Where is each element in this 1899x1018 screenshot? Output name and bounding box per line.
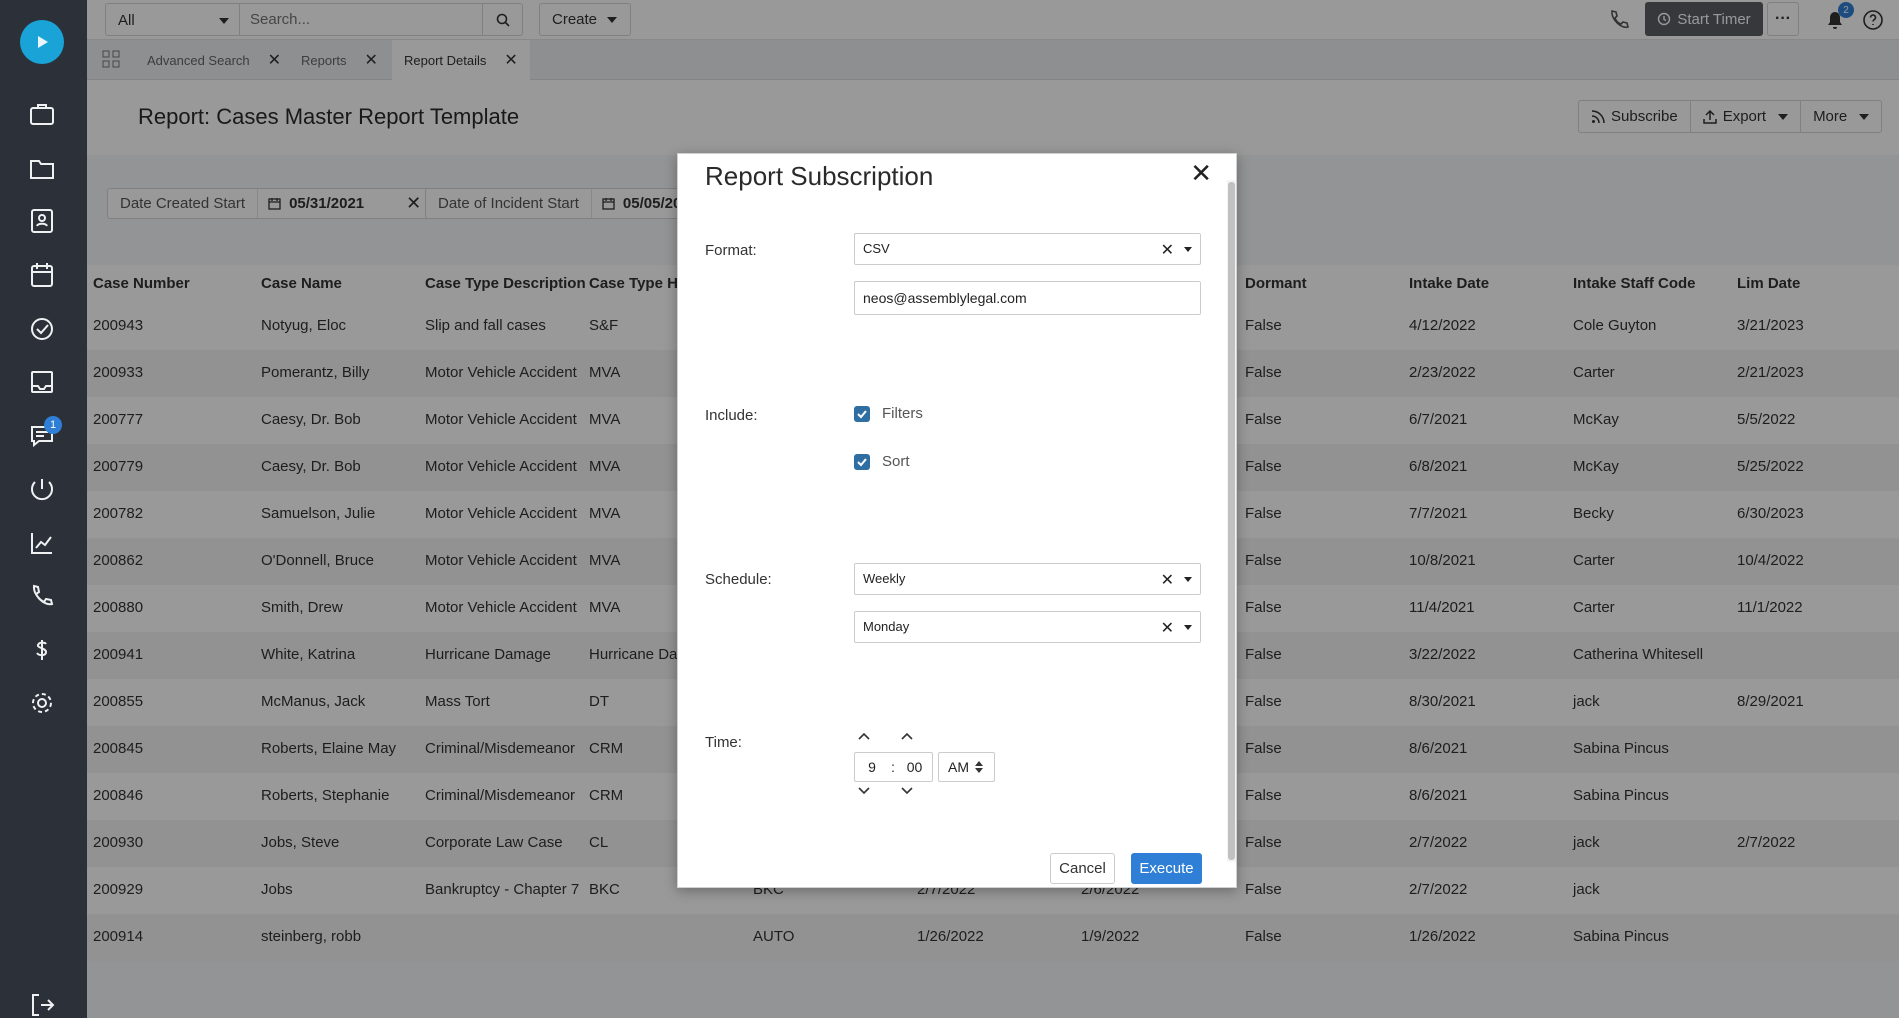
check-icon	[857, 409, 867, 418]
dialog-title: Report Subscription	[705, 161, 934, 191]
time-input[interactable]: 9 : 00	[854, 752, 933, 782]
app-logo[interactable]	[20, 20, 64, 64]
billing-icon[interactable]	[22, 630, 62, 670]
time-separator: :	[891, 759, 895, 775]
scrollbar-thumb[interactable]	[1228, 182, 1235, 860]
chevron-down-icon	[1184, 625, 1192, 630]
chevron-down-icon	[1184, 577, 1192, 582]
updown-icon	[975, 761, 983, 773]
intake-icon[interactable]	[22, 469, 62, 509]
messages-badge: 1	[44, 416, 62, 434]
close-icon[interactable]: ✕	[1190, 160, 1212, 186]
cancel-button[interactable]: Cancel	[1050, 853, 1115, 884]
minute-input[interactable]: 00	[897, 759, 932, 775]
time-label: Time:	[705, 734, 742, 751]
include-sort-checkbox-row[interactable]: Sort	[854, 453, 910, 470]
check-icon	[857, 457, 867, 466]
include-label: Include:	[705, 407, 758, 424]
minute-down-icon[interactable]	[900, 786, 914, 796]
reports-icon[interactable]	[22, 523, 62, 563]
dialog-scrollbar[interactable]	[1227, 180, 1236, 862]
report-subscription-dialog: Report Subscription ✕ Format: CSV ✕ Incl…	[677, 153, 1237, 888]
filters-checkbox-label: Filters	[882, 405, 923, 422]
format-value: CSV	[863, 241, 890, 256]
clear-icon[interactable]: ✕	[1161, 570, 1174, 590]
inbox-icon[interactable]	[22, 362, 62, 402]
play-icon	[38, 36, 48, 48]
calls-icon[interactable]	[22, 576, 62, 616]
include-filters-checkbox-row[interactable]: Filters	[854, 405, 923, 422]
schedule-label: Schedule:	[705, 571, 772, 588]
logout-icon[interactable]	[22, 985, 62, 1018]
sort-checkbox[interactable]	[854, 453, 870, 470]
ampm-value: AM	[948, 759, 969, 775]
ampm-select[interactable]: AM	[938, 752, 995, 782]
messages-icon[interactable]: 1	[22, 416, 62, 456]
chevron-down-icon	[1184, 247, 1192, 252]
minute-up-icon[interactable]	[900, 731, 914, 741]
day-select[interactable]: Monday ✕	[854, 611, 1201, 643]
schedule-value: Weekly	[863, 571, 906, 586]
format-label: Format:	[705, 242, 757, 259]
hour-up-icon[interactable]	[857, 731, 871, 741]
tasks-icon[interactable]	[22, 309, 62, 349]
day-value: Monday	[863, 619, 910, 634]
calendar-icon[interactable]	[22, 255, 62, 295]
format-select[interactable]: CSV ✕	[854, 233, 1201, 265]
sidebar: 1	[0, 0, 87, 1018]
email-field[interactable]	[854, 281, 1201, 315]
sort-checkbox-label: Sort	[882, 453, 910, 470]
briefcase-icon[interactable]	[22, 94, 62, 134]
hour-down-icon[interactable]	[857, 786, 871, 796]
hour-input[interactable]: 9	[855, 759, 889, 775]
folder-icon[interactable]	[22, 148, 62, 188]
contacts-icon[interactable]	[22, 201, 62, 241]
filters-checkbox[interactable]	[854, 405, 870, 422]
execute-button[interactable]: Execute	[1131, 853, 1202, 884]
clear-icon[interactable]: ✕	[1161, 618, 1174, 638]
settings-icon[interactable]	[22, 683, 62, 723]
schedule-select[interactable]: Weekly ✕	[854, 563, 1201, 595]
clear-icon[interactable]: ✕	[1161, 240, 1174, 260]
